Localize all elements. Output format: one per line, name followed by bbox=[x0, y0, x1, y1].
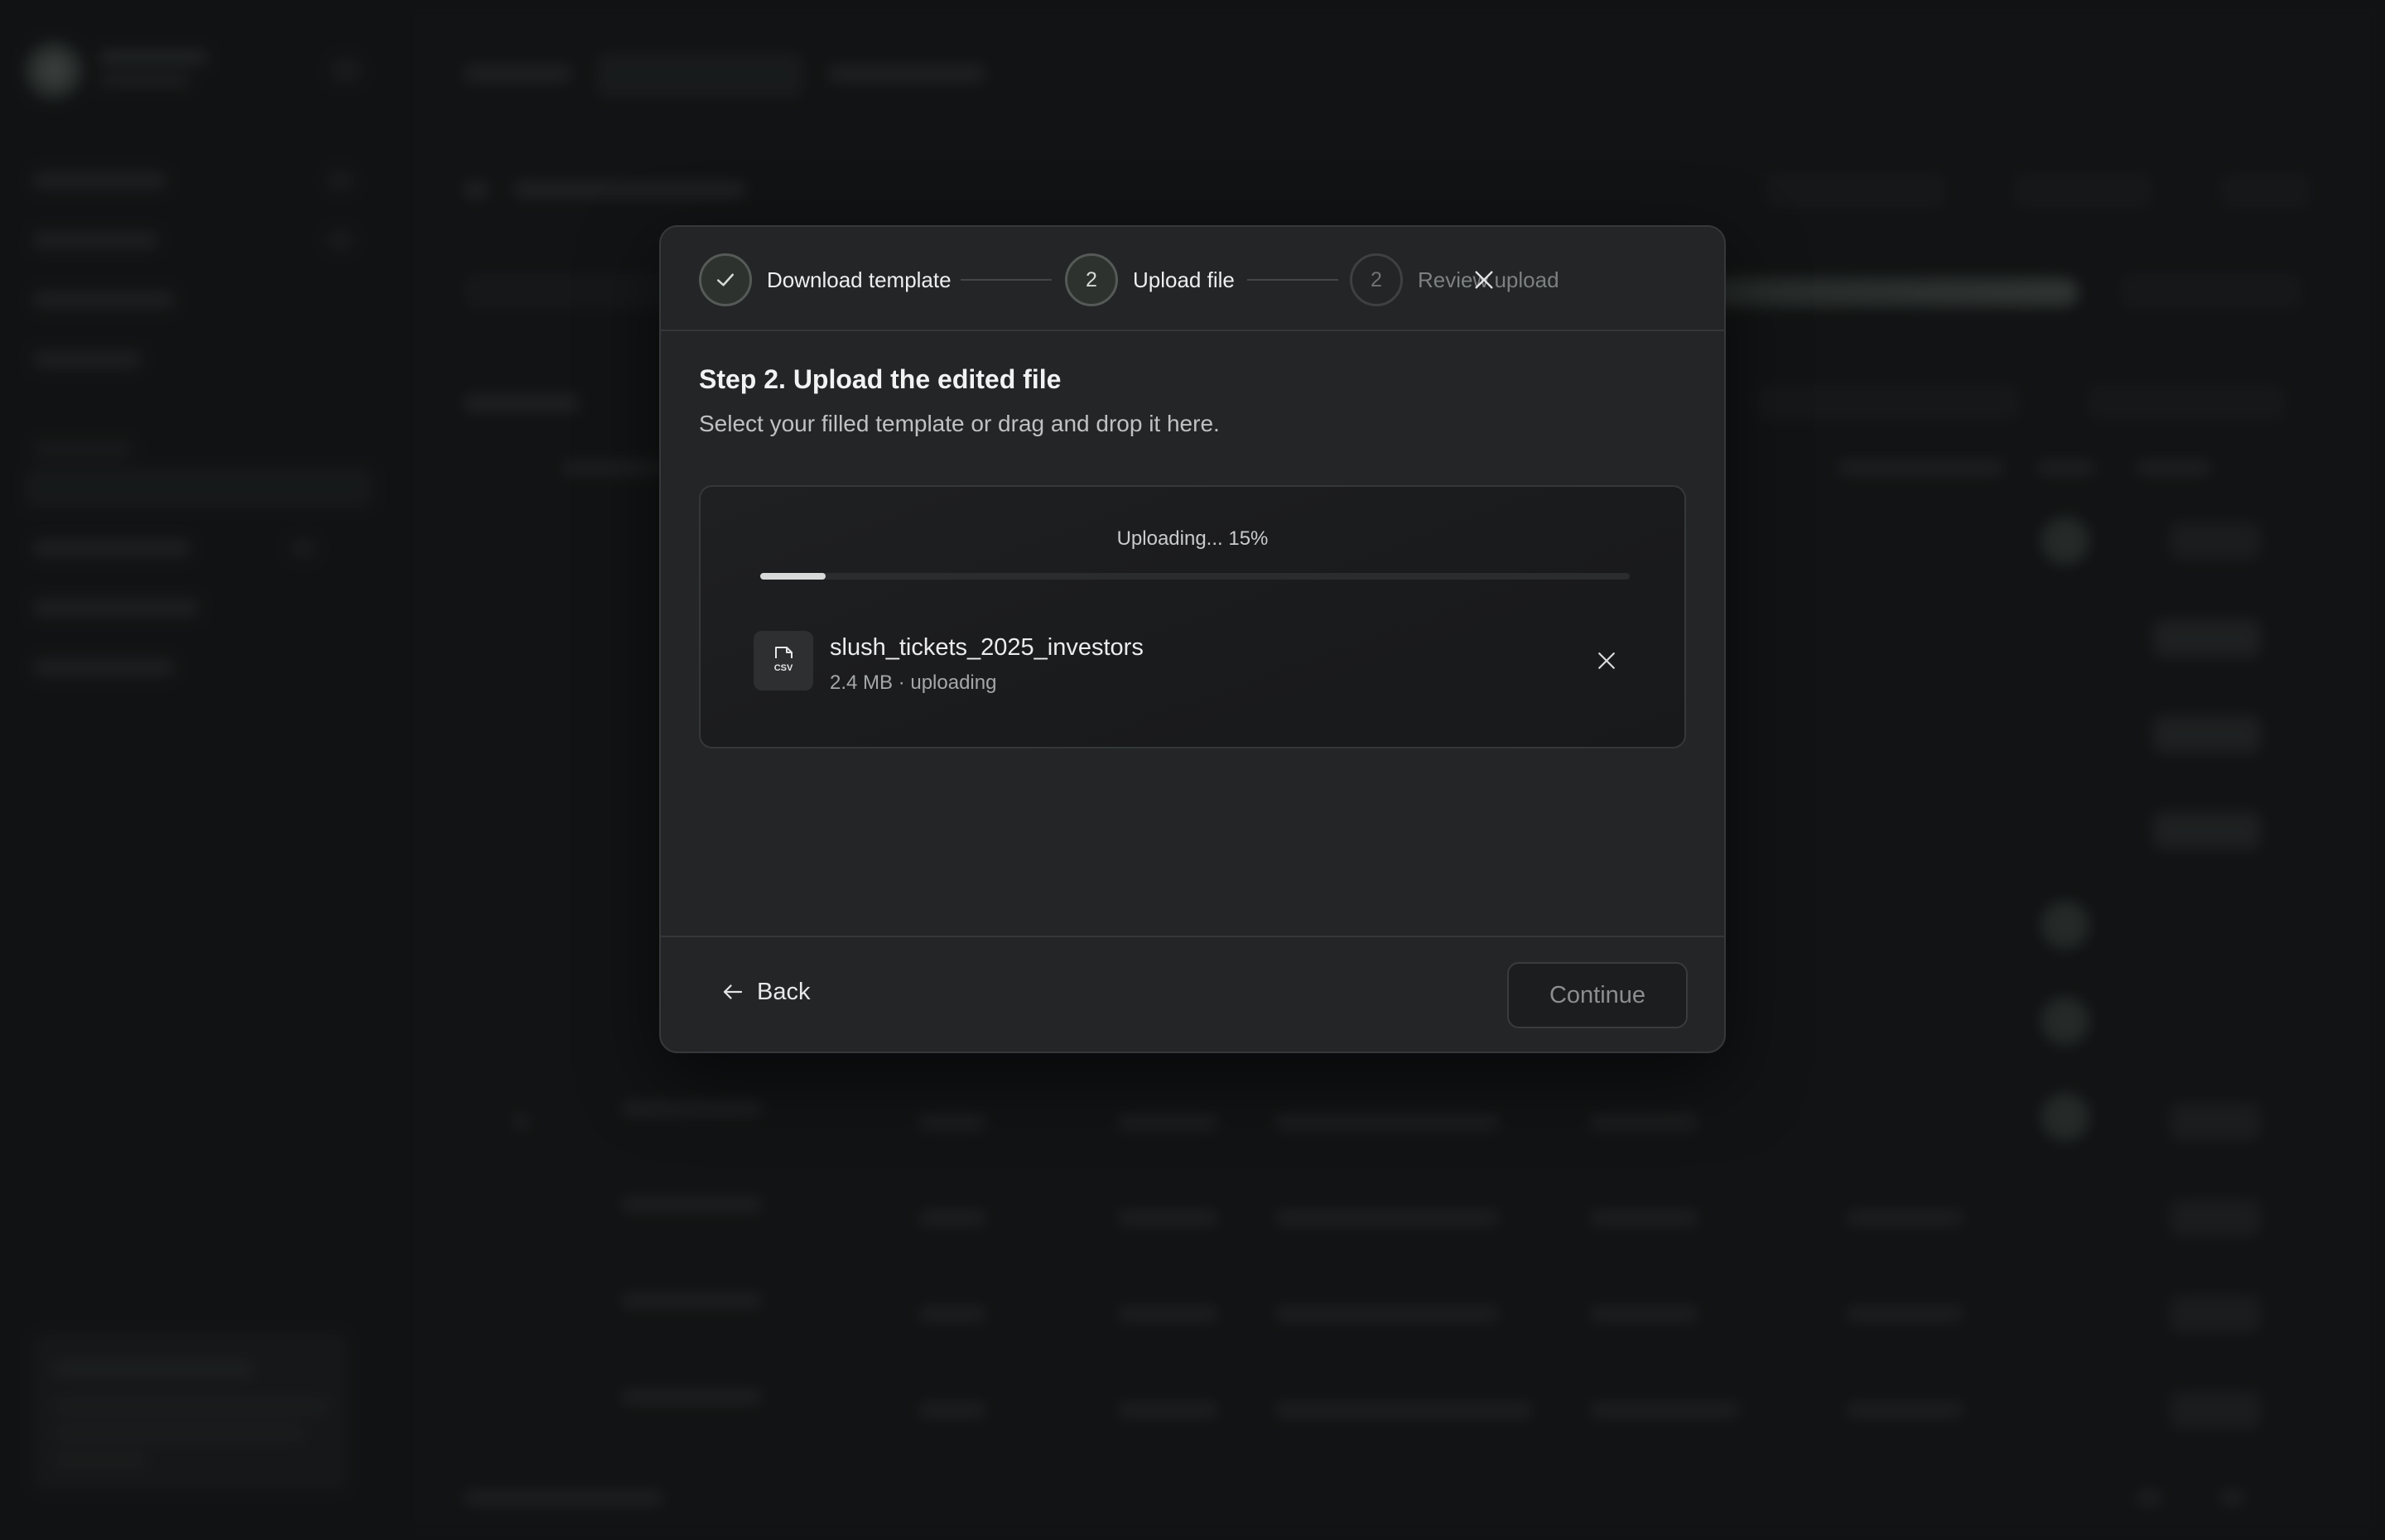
step-connector bbox=[961, 279, 1052, 281]
back-button-label: Back bbox=[757, 978, 811, 1005]
step-2-label: Upload file bbox=[1133, 267, 1235, 292]
file-icon: CSV bbox=[774, 647, 793, 673]
file-name: slush_tickets_2025_investors bbox=[830, 634, 1144, 661]
step-title: Step 2. Upload the edited file bbox=[699, 364, 1062, 394]
continue-button[interactable]: Continue bbox=[1507, 962, 1688, 1028]
file-type-badge: CSV bbox=[774, 663, 793, 673]
remove-file-button[interactable] bbox=[1587, 641, 1626, 681]
step-2-circle: 2 bbox=[1065, 253, 1118, 306]
step-3-circle: 2 bbox=[1350, 253, 1403, 306]
close-icon bbox=[1475, 271, 1493, 289]
back-button[interactable]: Back bbox=[720, 970, 810, 1013]
step-1-label: Download template bbox=[767, 267, 952, 292]
csv-file-icon: CSV bbox=[754, 631, 813, 691]
upload-dialog: Download template 2 Upload file 2 Review… bbox=[659, 225, 1726, 1053]
close-button[interactable] bbox=[1466, 262, 1502, 298]
stepper: Download template 2 Upload file 2 Review… bbox=[661, 227, 1724, 331]
file-meta: 2.4 MB · uploading bbox=[830, 671, 997, 694]
step-connector bbox=[1247, 279, 1338, 281]
close-icon bbox=[1598, 652, 1615, 669]
check-icon bbox=[717, 273, 734, 286]
dialog-footer: Back Continue bbox=[661, 936, 1724, 1052]
upload-progress-fill bbox=[760, 573, 826, 580]
upload-progress-bar bbox=[760, 573, 1630, 580]
step-1-circle bbox=[699, 253, 752, 306]
upload-dropzone[interactable]: Uploading... 15% CSV slush_tickets_2025_… bbox=[699, 485, 1686, 748]
arrow-left-icon bbox=[723, 984, 743, 999]
step-subtitle: Select your filled template or drag and … bbox=[699, 411, 1220, 436]
upload-progress-text: Uploading... 15% bbox=[1116, 527, 1269, 550]
